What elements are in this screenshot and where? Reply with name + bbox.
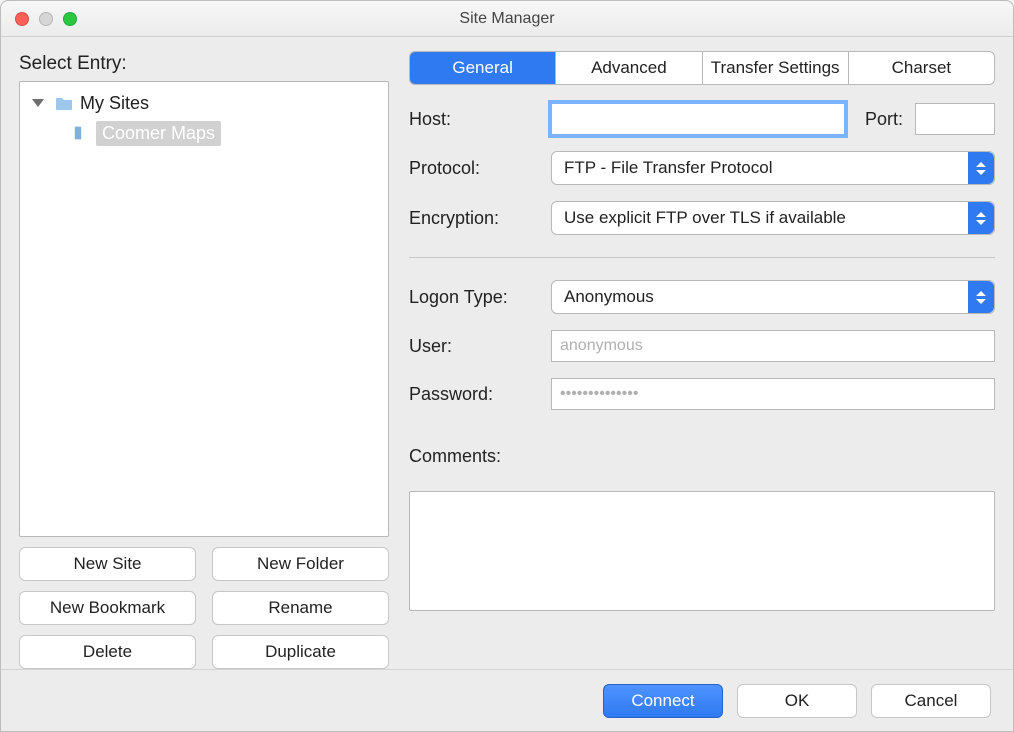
tree-item-label: Coomer Maps xyxy=(96,121,221,146)
site-tree[interactable]: My Sites Coomer Maps xyxy=(19,81,389,537)
protocol-row: Protocol: FTP - File Transfer Protocol xyxy=(409,151,995,185)
protocol-value: FTP - File Transfer Protocol xyxy=(564,158,772,178)
section-divider xyxy=(409,257,995,258)
host-label: Host: xyxy=(409,109,539,130)
updown-icon xyxy=(968,152,994,184)
tab-charset[interactable]: Charset xyxy=(849,52,994,84)
tab-general[interactable]: General xyxy=(410,52,556,84)
port-label: Port: xyxy=(865,109,903,130)
duplicate-button[interactable]: Duplicate xyxy=(212,635,389,669)
folder-icon xyxy=(54,93,74,113)
encryption-select[interactable]: Use explicit FTP over TLS if available xyxy=(551,201,995,235)
comments-label: Comments: xyxy=(409,446,995,467)
select-entry-label: Select Entry: xyxy=(19,53,389,75)
server-icon xyxy=(70,123,90,143)
settings-panel: General Advanced Transfer Settings Chars… xyxy=(409,51,995,669)
new-folder-button[interactable]: New Folder xyxy=(212,547,389,581)
tab-advanced[interactable]: Advanced xyxy=(556,52,702,84)
dialog-footer: Connect OK Cancel xyxy=(1,669,1013,731)
delete-button[interactable]: Delete xyxy=(19,635,196,669)
window-title: Site Manager xyxy=(1,10,1013,28)
logon-type-label: Logon Type: xyxy=(409,287,539,308)
user-label: User: xyxy=(409,336,539,357)
site-manager-window: Site Manager Select Entry: My Sites Coom xyxy=(0,0,1014,732)
protocol-select[interactable]: FTP - File Transfer Protocol xyxy=(551,151,995,185)
general-settings: Host: Port: Protocol: FTP - File Transfe… xyxy=(409,103,995,611)
tree-root-row[interactable]: My Sites xyxy=(24,88,384,118)
host-input[interactable] xyxy=(551,103,845,135)
logon-type-select[interactable]: Anonymous xyxy=(551,280,995,314)
user-row: User: xyxy=(409,330,995,362)
password-input xyxy=(551,378,995,410)
encryption-row: Encryption: Use explicit FTP over TLS if… xyxy=(409,201,995,235)
new-site-button[interactable]: New Site xyxy=(19,547,196,581)
encryption-value: Use explicit FTP over TLS if available xyxy=(564,208,846,228)
entry-panel: Select Entry: My Sites Coomer Maps xyxy=(19,51,389,669)
password-label: Password: xyxy=(409,384,539,405)
cancel-button[interactable]: Cancel xyxy=(871,684,991,718)
connect-button[interactable]: Connect xyxy=(603,684,723,718)
new-bookmark-button[interactable]: New Bookmark xyxy=(19,591,196,625)
updown-icon xyxy=(968,281,994,313)
ok-button[interactable]: OK xyxy=(737,684,857,718)
settings-tabs: General Advanced Transfer Settings Chars… xyxy=(409,51,995,85)
host-row: Host: Port: xyxy=(409,103,995,135)
password-row: Password: xyxy=(409,378,995,410)
user-input xyxy=(551,330,995,362)
comments-input[interactable] xyxy=(409,491,995,611)
titlebar: Site Manager xyxy=(1,1,1013,37)
tree-root-label: My Sites xyxy=(80,93,149,114)
protocol-label: Protocol: xyxy=(409,158,539,179)
port-input[interactable] xyxy=(915,103,995,135)
tree-item[interactable]: Coomer Maps xyxy=(24,118,384,148)
encryption-label: Encryption: xyxy=(409,208,539,229)
entry-actions: New Site New Folder New Bookmark Rename … xyxy=(19,547,389,669)
tab-transfer[interactable]: Transfer Settings xyxy=(703,52,849,84)
rename-button[interactable]: Rename xyxy=(212,591,389,625)
logon-type-row: Logon Type: Anonymous xyxy=(409,280,995,314)
dialog-body: Select Entry: My Sites Coomer Maps xyxy=(1,37,1013,669)
disclosure-triangle-icon[interactable] xyxy=(32,99,44,107)
logon-type-value: Anonymous xyxy=(564,287,654,307)
updown-icon xyxy=(968,202,994,234)
